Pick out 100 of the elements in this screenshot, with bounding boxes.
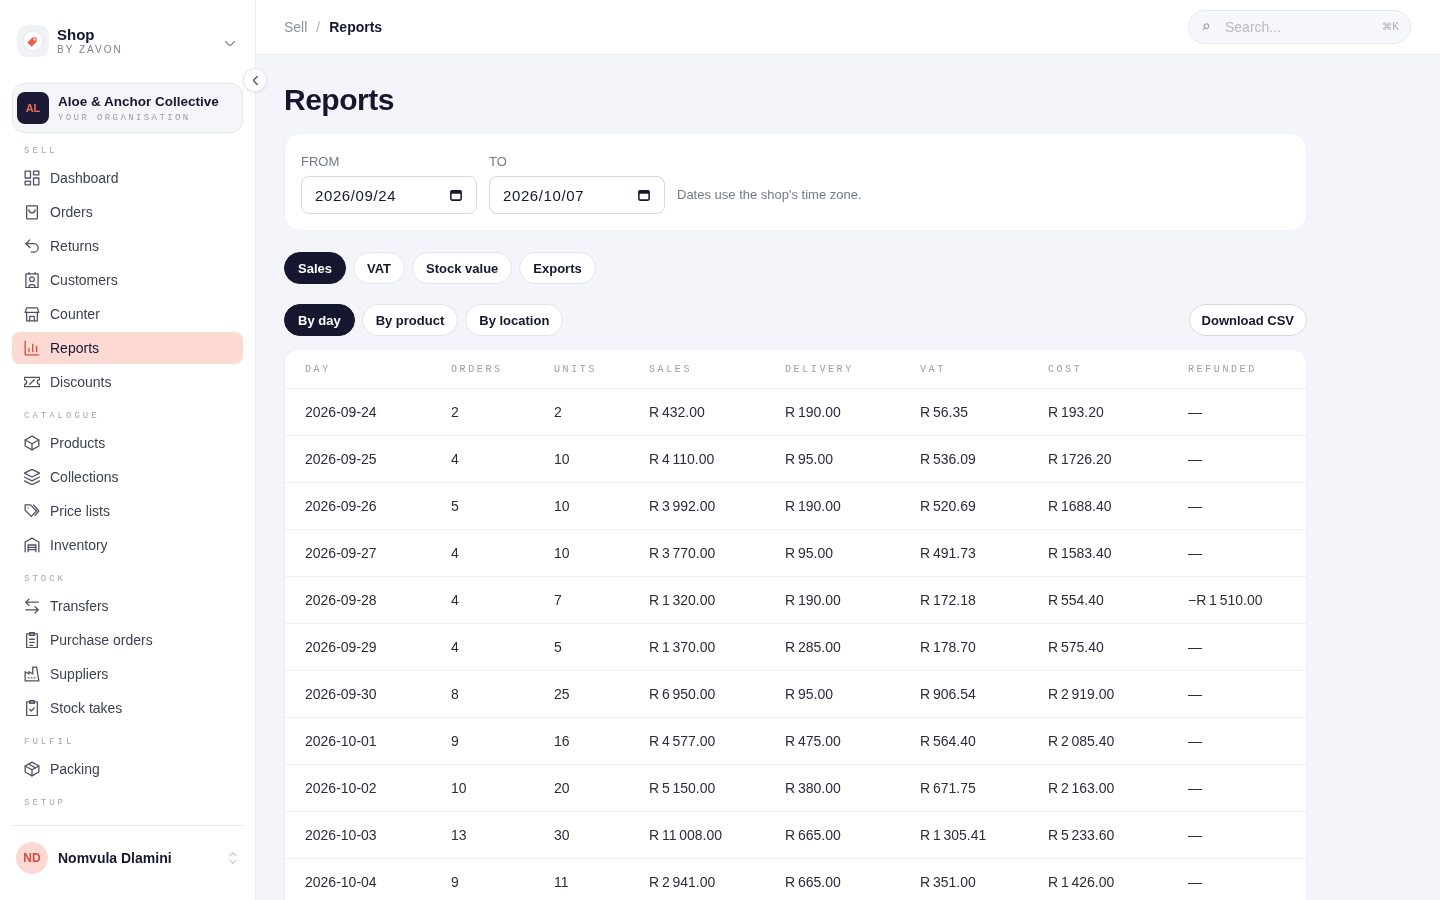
report-tab[interactable]: Stock value	[412, 252, 513, 284]
column-header: DAY	[305, 363, 331, 375]
nav-item[interactable]: Counter	[12, 298, 243, 330]
nav-item[interactable]: Inventory	[12, 529, 243, 561]
table-cell: R 665.00	[785, 874, 841, 890]
table-cell: 2026-10-04	[305, 874, 377, 890]
package-icon	[24, 761, 40, 777]
warehouse-icon	[24, 537, 40, 553]
table-cell: R 1 305.41	[920, 827, 987, 843]
table-cell: —	[1188, 404, 1202, 420]
group-tab[interactable]: By location	[465, 304, 564, 336]
clipboard-check-icon	[24, 700, 40, 716]
nav-item[interactable]: Dashboard	[12, 162, 243, 194]
ticket-icon	[24, 374, 40, 390]
nav-item[interactable]: Packing	[12, 753, 243, 785]
date-hint: Dates use the shop's time zone.	[677, 186, 862, 204]
chevron-left-icon	[252, 75, 258, 85]
table-cell: R 11 008.00	[649, 827, 723, 843]
clipboard-list-icon	[24, 632, 40, 648]
nav-item[interactable]: Discounts	[12, 366, 243, 398]
storefront-icon	[24, 306, 40, 322]
table-cell: 13	[451, 827, 467, 843]
calendar-icon[interactable]	[450, 189, 462, 201]
table-cell: 7	[554, 592, 562, 608]
nav-item[interactable]: Transfers	[12, 590, 243, 622]
table-cell: 10	[554, 498, 570, 514]
table-cell: 2026-09-25	[305, 451, 377, 467]
group-tab[interactable]: By day	[284, 304, 355, 336]
table-cell: 2026-09-27	[305, 545, 377, 561]
group-tab[interactable]: By product	[361, 304, 459, 336]
table-cell: R 520.69	[920, 498, 976, 514]
table-cell: R 3 992.00	[649, 498, 716, 514]
table-cell: R 432.00	[649, 404, 705, 420]
nav-item[interactable]: Orders	[12, 196, 243, 228]
table-cell: R 475.00	[785, 733, 841, 749]
nav-item[interactable]: Purchase orders	[12, 624, 243, 656]
table-cell: 5	[451, 498, 459, 514]
grid-icon	[24, 170, 40, 186]
table-cell: R 491.73	[920, 545, 976, 561]
report-tab[interactable]: Exports	[519, 252, 596, 284]
section-label: SETUP	[24, 797, 66, 809]
date-field[interactable]: 2026/10/07	[489, 176, 665, 214]
organisation-switcher[interactable]: AL Aloe & Anchor Collective YOUR ORGANISATION	[12, 83, 243, 133]
table-cell: R 2 163.00	[1048, 780, 1115, 796]
brand-name: Shop	[57, 26, 95, 44]
nav-item[interactable]: Collections	[12, 461, 243, 493]
table-cell: 5	[554, 639, 562, 655]
factory-icon	[24, 666, 40, 682]
user-avatar: ND	[16, 842, 48, 874]
table-cell: R 285.00	[785, 639, 841, 655]
table-cell: R 351.00	[920, 874, 976, 890]
table-cell: 2026-09-28	[305, 592, 377, 608]
brand-tagline: BY ZAVON	[57, 44, 123, 56]
organisation-name: Aloe & Anchor Collective	[58, 92, 219, 110]
table-cell: —	[1188, 874, 1202, 890]
table-cell: R 5 233.60	[1048, 827, 1115, 843]
table-cell: —	[1188, 545, 1202, 561]
table-cell: 20	[554, 780, 570, 796]
nav-item[interactable]: Suppliers	[12, 658, 243, 690]
calendar-icon[interactable]	[638, 189, 650, 201]
swap-arrows-icon	[24, 598, 40, 614]
breadcrumb-separator: /	[316, 19, 321, 35]
column-header: DELIVERY	[785, 363, 854, 375]
nav-item[interactable]: Reports	[12, 332, 243, 364]
date-field[interactable]: 2026/09/24	[301, 176, 477, 214]
download-button[interactable]: Download CSV	[1188, 304, 1307, 336]
table-cell: R 564.40	[920, 733, 976, 749]
table-cell: 11	[554, 874, 569, 890]
nav-item[interactable]: Customers	[12, 264, 243, 296]
column-header: COST	[1048, 363, 1083, 375]
table-cell: R 172.18	[920, 592, 976, 608]
table-cell: R 1 426.00	[1048, 874, 1115, 890]
table-cell: —	[1188, 451, 1202, 467]
section-label: SELL	[24, 145, 58, 157]
table-cell: R 380.00	[785, 780, 841, 796]
nav-item[interactable]: Price lists	[12, 495, 243, 527]
table-cell: 4	[451, 639, 459, 655]
nav-item[interactable]: Products	[12, 427, 243, 459]
contact-card-icon	[24, 272, 40, 288]
table-cell: R 178.70	[920, 639, 976, 655]
nav-item[interactable]: Returns	[12, 230, 243, 262]
table-cell: —	[1188, 733, 1202, 749]
table-cell: R 3 770.00	[649, 545, 716, 561]
table-cell: 30	[554, 827, 570, 843]
field-label: TO	[489, 154, 507, 170]
table-cell: —	[1188, 827, 1202, 843]
collapse-sidebar-button[interactable]	[243, 68, 267, 92]
table-cell: 2026-09-26	[305, 498, 377, 514]
chevron-down-icon[interactable]	[225, 40, 235, 46]
nav-item[interactable]: Stock takes	[12, 692, 243, 724]
table-cell: —	[1188, 780, 1202, 796]
report-tab[interactable]: VAT	[353, 252, 406, 284]
table-cell: R 671.75	[920, 780, 976, 796]
table-cell: 10	[554, 545, 570, 561]
table-cell: R 2 919.00	[1048, 686, 1115, 702]
table-cell: R 536.09	[920, 451, 976, 467]
user-menu[interactable]: ND Nomvula Dlamini	[12, 825, 243, 900]
report-tab[interactable]: Sales	[284, 252, 346, 284]
shopping-bag-icon	[24, 204, 40, 220]
section-label: STOCK	[24, 573, 66, 585]
